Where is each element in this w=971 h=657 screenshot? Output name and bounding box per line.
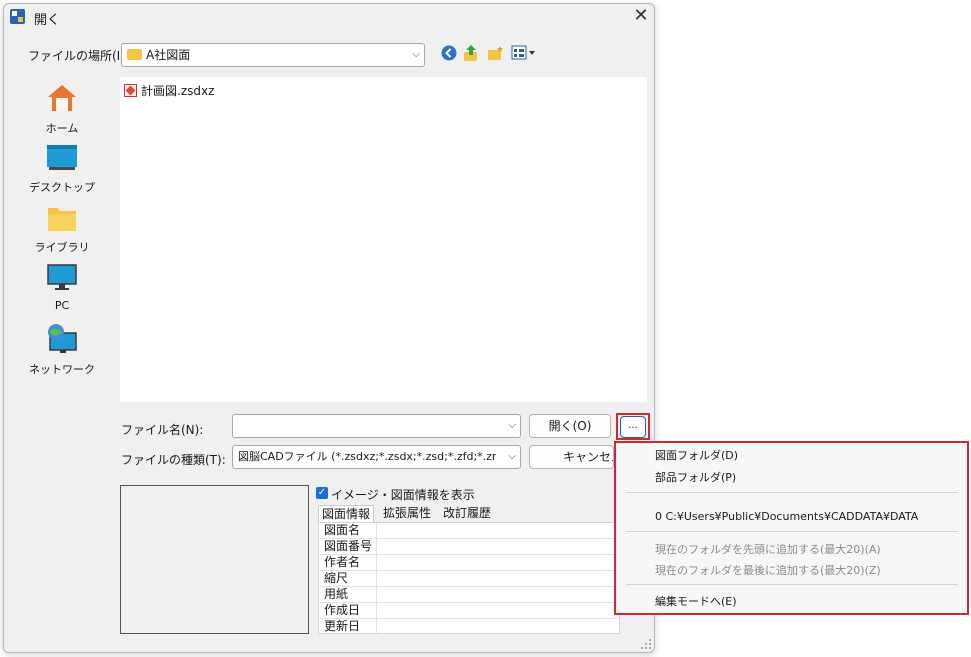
drawing-info-table: 図面名 図面番号 作者名 縮尺 用紙 作成日 更新日 xyxy=(318,522,620,634)
app-icon xyxy=(10,9,25,24)
location-combo[interactable]: A社図面 ⌵ xyxy=(121,43,425,67)
filetype-label: ファイルの種類(T): xyxy=(121,453,226,467)
sidebar-item-home[interactable]: ホーム xyxy=(16,82,108,136)
table-row: 用紙 xyxy=(319,587,619,603)
menu-item-edit-mode[interactable]: 編集モードへ(E) xyxy=(655,593,737,609)
resize-grip-icon[interactable] xyxy=(640,638,652,650)
folder-popup-menu xyxy=(614,441,969,615)
menu-separator xyxy=(626,531,958,532)
filename-input[interactable]: ⌵ xyxy=(232,414,521,438)
more-button-highlight xyxy=(616,413,650,440)
show-info-checkbox[interactable]: ✓ xyxy=(316,487,328,499)
show-info-label[interactable]: イメージ・図面情報を表示 xyxy=(331,486,475,503)
preview-image xyxy=(120,485,309,634)
folder-icon xyxy=(127,49,142,60)
table-row: 作成日 xyxy=(319,603,619,619)
cancel-button[interactable]: キャンセル xyxy=(529,445,614,469)
tab-extended-attributes[interactable]: 拡張属性 xyxy=(380,505,434,522)
tab-revision-history[interactable]: 改訂履歴 xyxy=(440,505,494,522)
chevron-down-icon: ⌵ xyxy=(508,451,516,462)
places-sidebar: ホーム デスクトップ ライブラリ PC ネットワーク xyxy=(16,77,108,397)
filename-label: ファイル名(N): xyxy=(121,423,204,437)
file-name: 計画図.zsdxz xyxy=(141,84,215,98)
home-icon xyxy=(16,82,108,117)
close-icon[interactable]: ✕ xyxy=(631,6,651,26)
network-icon xyxy=(16,323,108,358)
filetype-value: 図脳CADファイル (*.zsdxz;*.zsdx;*.zsd;*.zfd;*.… xyxy=(238,450,496,463)
table-row: 縮尺 xyxy=(319,571,619,587)
library-icon xyxy=(16,203,108,236)
pc-icon xyxy=(16,263,108,296)
menu-item-add-first: 現在のフォルダを先頭に追加する(最大20)(A) xyxy=(655,543,881,556)
sidebar-item-network[interactable]: ネットワーク xyxy=(16,323,108,377)
sidebar-item-label: ライブラリ xyxy=(34,241,90,254)
new-folder-icon[interactable] xyxy=(487,45,504,61)
up-folder-icon[interactable] xyxy=(463,44,479,62)
file-list[interactable] xyxy=(120,77,647,402)
open-button[interactable]: 開く(O) xyxy=(529,414,611,438)
chevron-down-icon: ⌵ xyxy=(508,420,516,431)
menu-item-recent-folder[interactable]: 0 C:¥Users¥Public¥Documents¥CADDATA¥DATA xyxy=(655,510,918,523)
filetype-combo[interactable]: 図脳CADファイル (*.zsdxz;*.zsdx;*.zsd;*.zfd;*.… xyxy=(232,445,521,469)
menu-item-add-last: 現在のフォルダを最後に追加する(最大20)(Z) xyxy=(655,564,881,577)
sidebar-item-desktop[interactable]: デスクトップ xyxy=(16,143,108,195)
menu-separator xyxy=(626,584,958,585)
menu-separator xyxy=(626,492,958,493)
sidebar-item-pc[interactable]: PC xyxy=(16,263,108,312)
chevron-down-icon: ⌵ xyxy=(412,49,420,60)
menu-item-drawing-folder[interactable]: 図面フォルダ(D) xyxy=(655,447,738,463)
sidebar-item-label: PC xyxy=(54,299,70,312)
location-label: ファイルの場所(I): xyxy=(28,49,129,63)
table-row: 作者名 xyxy=(319,555,619,571)
table-row: 図面番号 xyxy=(319,539,619,555)
list-item[interactable]: 計画図.zsdxz xyxy=(124,82,214,99)
back-icon[interactable] xyxy=(441,45,457,61)
desktop-icon xyxy=(16,143,108,176)
view-menu-icon[interactable] xyxy=(511,45,537,61)
sidebar-item-label: デスクトップ xyxy=(29,181,95,194)
sidebar-item-library[interactable]: ライブラリ xyxy=(16,203,108,255)
sidebar-item-label: ネットワーク xyxy=(29,363,95,376)
location-value: A社図面 xyxy=(146,48,191,62)
menu-item-parts-folder[interactable]: 部品フォルダ(P) xyxy=(655,469,736,485)
tab-drawing-info[interactable]: 図面情報 xyxy=(318,505,375,523)
sidebar-item-label: ホーム xyxy=(45,122,79,135)
zsdxz-file-icon xyxy=(124,84,137,97)
table-row: 図面名 xyxy=(319,523,619,539)
dialog-title: 開く xyxy=(34,13,61,28)
table-row: 更新日 xyxy=(319,619,619,633)
